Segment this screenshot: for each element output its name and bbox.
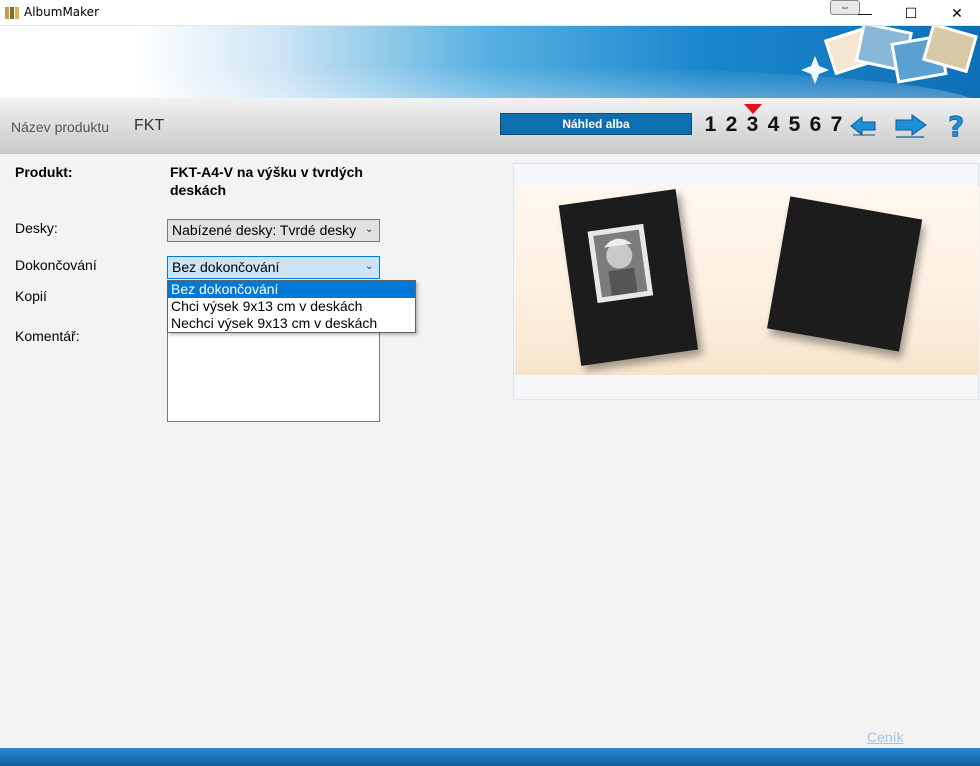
comment-label: Komentář: [15, 328, 80, 344]
album-preview-image [515, 187, 979, 375]
close-button[interactable]: ✕ [934, 0, 980, 26]
finishing-option[interactable]: Nechci výsek 9x13 cm v deskách [168, 315, 415, 332]
finishing-option[interactable]: Bez dokončování [168, 281, 415, 298]
step-4[interactable]: 4 [763, 111, 784, 139]
arrow-left-icon [850, 115, 876, 137]
product-name-label: Název produktu [11, 119, 110, 135]
arrow-right-icon [895, 114, 927, 138]
back-button[interactable] [848, 111, 878, 141]
forward-button[interactable] [893, 111, 929, 141]
step-navigator: 1 2 3 4 5 6 7 [700, 111, 847, 139]
finishing-label: Dokončování [15, 257, 97, 273]
header-banner [0, 26, 980, 98]
svg-text:?: ? [948, 112, 964, 140]
step-7[interactable]: 7 [826, 111, 847, 139]
finishing-option[interactable]: Chci výsek 9x13 cm v deskách [168, 298, 415, 315]
covers-label: Desky: [15, 220, 58, 236]
step-2[interactable]: 2 [721, 111, 742, 139]
product-value: FKT-A4-V na výšku v tvrdých deskách [170, 164, 363, 198]
step-1[interactable]: 1 [700, 111, 721, 139]
app-window: AlbumMaker ⇔ — ☐ ✕ Název produktu FKT Ná… [0, 0, 980, 766]
step-5[interactable]: 5 [784, 111, 805, 139]
footer-bar [0, 748, 980, 766]
step-3-current[interactable]: 3 [742, 111, 763, 139]
title-bar[interactable]: AlbumMaker ⇔ — ☐ ✕ [0, 0, 980, 26]
step-6[interactable]: 6 [805, 111, 826, 139]
finishing-select-value: Bez dokončování [172, 259, 280, 275]
step-title: Náhled alba [500, 113, 692, 135]
comment-textarea[interactable] [167, 323, 380, 422]
covers-select[interactable]: Nabízené desky: Tvrdé desky ⌄ [167, 219, 380, 242]
banner-photos-image [801, 26, 978, 84]
app-icon [5, 7, 19, 19]
help-button[interactable]: ? [945, 111, 969, 141]
product-label: Produkt: [15, 164, 73, 180]
product-name-value: FKT [134, 117, 165, 134]
maximize-button[interactable]: ☐ [888, 0, 934, 26]
pricelist-link[interactable]: Ceník [867, 729, 904, 745]
window-title: AlbumMaker [24, 5, 99, 19]
copies-label: Kopií [15, 288, 47, 304]
current-step-marker-icon [744, 104, 762, 114]
finishing-dropdown-list[interactable]: Bez dokončování Chci výsek 9x13 cm v des… [167, 280, 416, 333]
chevron-down-icon: ⌄ [365, 261, 374, 272]
minimize-button[interactable]: — [842, 0, 888, 26]
covers-select-value: Nabízené desky: Tvrdé desky [172, 222, 357, 238]
album-preview-panel [513, 163, 979, 400]
chevron-down-icon: ⌄ [365, 224, 374, 235]
wizard-toolbar: Název produktu FKT Náhled alba 1 2 3 4 5… [0, 98, 980, 154]
finishing-select[interactable]: Bez dokončování ⌄ [167, 256, 380, 279]
question-mark-icon: ? [948, 112, 965, 140]
